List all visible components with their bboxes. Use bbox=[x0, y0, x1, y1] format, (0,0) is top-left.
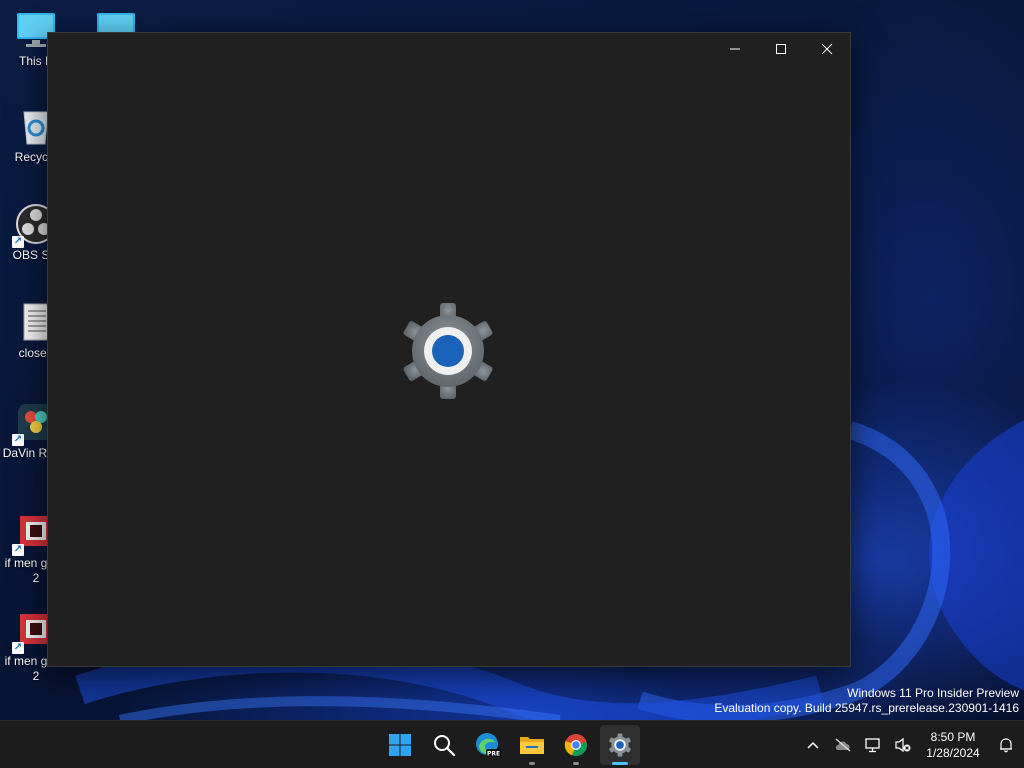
edge-badge: PRE bbox=[487, 751, 500, 758]
active-indicator bbox=[612, 762, 628, 765]
window-caption-buttons bbox=[712, 33, 850, 65]
os-watermark: Windows 11 Pro Insider Preview Evaluatio… bbox=[714, 686, 1019, 716]
bell-icon bbox=[1000, 738, 1012, 753]
settings-gear-icon bbox=[609, 733, 631, 757]
system-tray: 8:50 PM 1/28/2024 bbox=[798, 721, 1024, 768]
file-explorer-button[interactable] bbox=[512, 725, 552, 765]
minimize-icon bbox=[730, 48, 740, 50]
search-icon bbox=[434, 735, 456, 757]
running-indicator bbox=[529, 762, 535, 765]
watermark-build: Evaluation copy. Build 25947.rs_prerelea… bbox=[714, 701, 1019, 715]
windows-start-icon bbox=[389, 734, 411, 756]
watermark-edition: Windows 11 Pro Insider Preview bbox=[847, 686, 1019, 700]
volume-tray-button[interactable] bbox=[888, 725, 918, 765]
close-icon bbox=[821, 43, 833, 55]
shortcut-arrow-icon: ↗ bbox=[12, 642, 24, 654]
chrome-button[interactable] bbox=[556, 725, 596, 765]
taskbar: PRE 8:50 PM 1/28/2024 bbox=[0, 720, 1024, 768]
shortcut-arrow-icon: ↗ bbox=[12, 236, 24, 248]
network-icon bbox=[865, 738, 880, 753]
notifications-button[interactable] bbox=[988, 725, 1024, 765]
taskbar-apps: PRE bbox=[380, 721, 640, 768]
start-button[interactable] bbox=[380, 725, 420, 765]
clock-date: 1/28/2024 bbox=[926, 746, 980, 760]
search-button[interactable] bbox=[424, 725, 464, 765]
maximize-icon bbox=[776, 44, 786, 54]
folder-icon bbox=[520, 737, 544, 754]
chevron-up-icon bbox=[807, 741, 819, 749]
settings-gear-icon bbox=[398, 301, 498, 401]
settings-window[interactable] bbox=[47, 32, 851, 667]
close-button[interactable] bbox=[804, 33, 850, 65]
settings-taskbar-button[interactable] bbox=[600, 725, 640, 765]
show-hidden-icons-button[interactable] bbox=[798, 725, 828, 765]
onedrive-tray-button[interactable] bbox=[828, 725, 858, 765]
cloud-offline-icon bbox=[835, 738, 851, 752]
clock-button[interactable]: 8:50 PM 1/28/2024 bbox=[918, 729, 988, 761]
minimize-button[interactable] bbox=[712, 33, 758, 65]
chrome-icon bbox=[564, 734, 587, 757]
edge-preview-button[interactable]: PRE bbox=[468, 725, 508, 765]
running-indicator bbox=[573, 762, 579, 765]
edge-preview-icon: PRE bbox=[476, 733, 501, 758]
shortcut-arrow-icon: ↗ bbox=[12, 434, 24, 446]
network-tray-button[interactable] bbox=[858, 725, 888, 765]
volume-muted-icon bbox=[895, 737, 911, 753]
clock-time: 8:50 PM bbox=[930, 730, 976, 744]
shortcut-arrow-icon: ↗ bbox=[12, 544, 24, 556]
maximize-button[interactable] bbox=[758, 33, 804, 65]
